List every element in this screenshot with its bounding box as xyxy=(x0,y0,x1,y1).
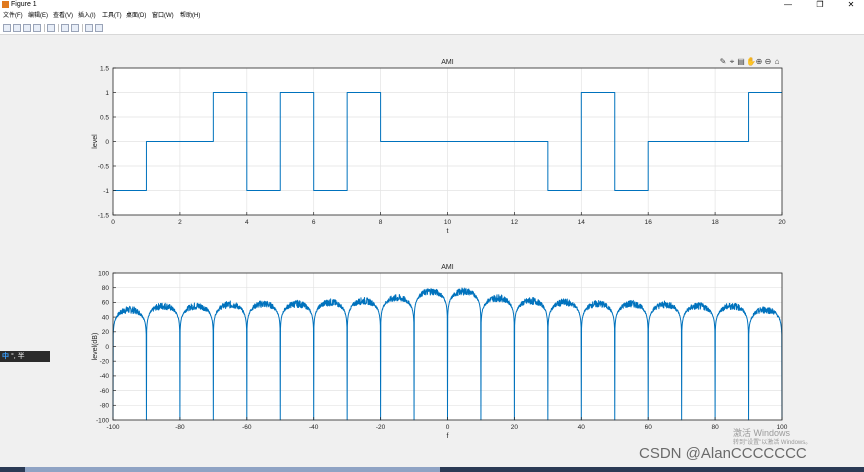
y-tick-label: 20 xyxy=(102,329,110,336)
link-plot-icon[interactable] xyxy=(47,24,55,32)
x-tick-label: 8 xyxy=(379,219,383,226)
menu-tools[interactable]: 工具(T) xyxy=(102,10,122,22)
toolbar-separator xyxy=(44,24,45,32)
y-axis-label: level xyxy=(92,134,99,149)
y-tick-label: -40 xyxy=(100,373,110,380)
y-tick-label: -80 xyxy=(100,403,110,410)
x-tick-label: 14 xyxy=(578,219,586,226)
maximize-button[interactable]: ❐ xyxy=(810,0,830,10)
menu-help[interactable]: 帮助(H) xyxy=(180,10,200,22)
chart-title: AMI xyxy=(441,264,454,271)
insert-legend-icon[interactable] xyxy=(71,24,79,32)
csdn-watermark: CSDN @AlanCCCCCCC xyxy=(639,445,807,462)
ime-indicator[interactable]: 中 °, 半 xyxy=(0,351,50,362)
matlab-figure-icon xyxy=(2,1,9,8)
insert-colorbar-icon[interactable] xyxy=(61,24,69,32)
x-tick-label: 40 xyxy=(578,424,586,431)
figure-toolbar xyxy=(0,22,864,35)
x-tick-label: 0 xyxy=(111,219,115,226)
window-title: Figure 1 xyxy=(11,1,37,8)
menu-file[interactable]: 文件(F) xyxy=(3,10,23,22)
x-tick-label: 20 xyxy=(511,424,519,431)
taskbar xyxy=(0,467,864,472)
y-tick-label: 0 xyxy=(105,139,109,146)
minimize-button[interactable]: — xyxy=(778,0,798,10)
x-tick-label: 6 xyxy=(312,219,316,226)
save-icon[interactable] xyxy=(23,24,31,32)
x-tick-label: 2 xyxy=(178,219,182,226)
y-tick-label: 80 xyxy=(102,285,110,292)
x-tick-label: 0 xyxy=(446,424,450,431)
x-tick-label: 10 xyxy=(444,219,452,226)
ime-language: 中 xyxy=(2,353,9,360)
menu-insert[interactable]: 插入(I) xyxy=(78,10,96,22)
open-file-icon[interactable] xyxy=(13,24,21,32)
x-axis-label: t xyxy=(447,228,449,235)
x-tick-label: -60 xyxy=(242,424,252,431)
x-tick-label: 20 xyxy=(778,219,786,226)
new-figure-icon[interactable] xyxy=(3,24,11,32)
x-axis-label: f xyxy=(447,433,449,440)
x-tick-label: 16 xyxy=(645,219,653,226)
x-tick-label: 18 xyxy=(711,219,719,226)
y-tick-label: -20 xyxy=(100,359,110,366)
figure-canvas: 0 2 4 6 8 10 12 14 16 18 20 -1.5 -1 -0.5 0 0.5 1 1.5 AMI t l… xyxy=(92,59,788,440)
y-tick-label: 100 xyxy=(98,270,109,277)
menu-view[interactable]: 查看(V) xyxy=(53,10,73,22)
menu-window[interactable]: 窗口(W) xyxy=(152,10,174,22)
menu-edit[interactable]: 编辑(E) xyxy=(28,10,48,22)
x-tick-label: -20 xyxy=(376,424,386,431)
menu-desktop[interactable]: 桌面(D) xyxy=(126,10,146,22)
chart-title: AMI xyxy=(441,59,454,66)
taskbar-app[interactable] xyxy=(25,467,440,472)
y-tick-label: 40 xyxy=(102,314,110,321)
y-tick-label: -100 xyxy=(96,417,109,424)
toolbar-separator xyxy=(58,24,59,32)
y-tick-label: 0.5 xyxy=(100,114,109,121)
x-tick-label: -40 xyxy=(309,424,319,431)
y-axis-label: level(dB) xyxy=(92,333,99,361)
print-icon[interactable] xyxy=(33,24,41,32)
menu-bar: 文件(F) 编辑(E) 查看(V) 插入(I) 工具(T) 桌面(D) 窗口(W… xyxy=(0,10,864,22)
y-tick-label: 1 xyxy=(105,90,109,97)
ime-mode: °, 半 xyxy=(10,353,25,360)
y-tick-label: -1.5 xyxy=(98,212,110,219)
y-tick-label: 60 xyxy=(102,300,110,307)
x-tick-label: 80 xyxy=(711,424,719,431)
title-bar: Figure 1 — ❐ ✕ xyxy=(0,0,864,10)
close-button[interactable]: ✕ xyxy=(841,0,861,10)
brush-icon[interactable] xyxy=(95,24,103,32)
x-tick-label: 4 xyxy=(245,219,249,226)
y-tick-label: 1.5 xyxy=(100,65,109,72)
x-tick-label: 60 xyxy=(645,424,653,431)
x-tick-label: -80 xyxy=(175,424,185,431)
x-tick-label: -100 xyxy=(106,424,119,431)
toolbar-separator xyxy=(82,24,83,32)
y-tick-label: -0.5 xyxy=(98,163,110,170)
x-tick-label: 12 xyxy=(511,219,519,226)
y-tick-label: -60 xyxy=(100,388,110,395)
y-tick-label: -1 xyxy=(103,188,109,195)
pointer-icon[interactable] xyxy=(85,24,93,32)
y-tick-label: 0 xyxy=(105,344,109,351)
